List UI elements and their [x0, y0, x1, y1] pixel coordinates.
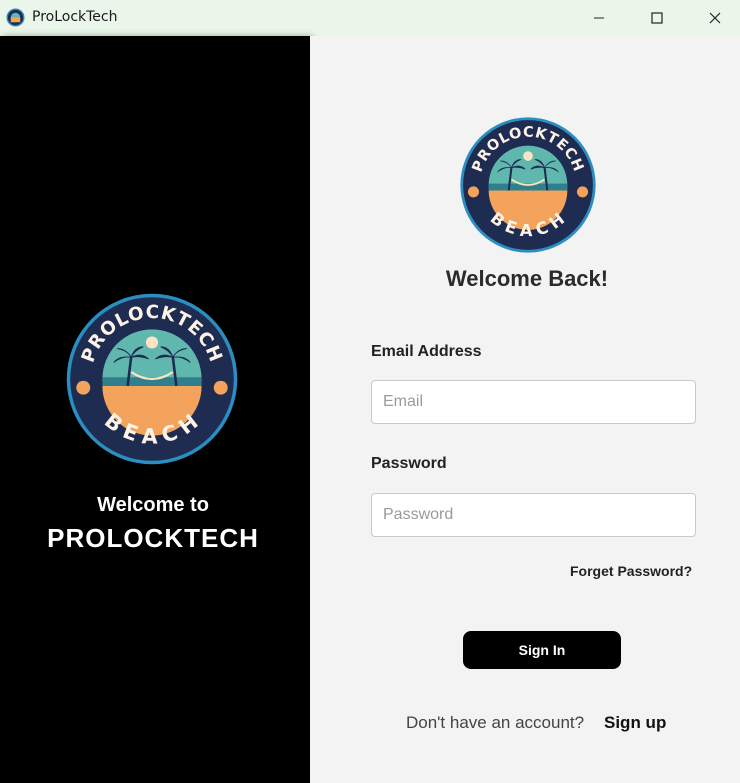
- minimize-icon: [594, 17, 604, 19]
- no-account-text: Don't have an account?: [406, 713, 585, 732]
- password-label: Password: [371, 455, 447, 472]
- sign-in-button[interactable]: Sign In: [463, 631, 621, 669]
- welcome-to-text: Welcome to: [97, 494, 209, 516]
- window-title: ProLockTech: [32, 9, 118, 25]
- page-title: Welcome Back!: [445, 266, 609, 291]
- left-brand-panel: PROLOCKTECH BEACH Welcome to PROLOCKTECH: [0, 36, 310, 783]
- email-field[interactable]: [371, 380, 696, 424]
- forgot-password-link[interactable]: Forget Password?: [570, 563, 692, 579]
- brand-logo-small: PROLOCKTECH BEACH: [460, 117, 596, 253]
- title-bar: ProLockTech: [0, 0, 740, 36]
- close-button[interactable]: [686, 0, 740, 36]
- brand-name: PROLOCKTECH: [47, 523, 259, 553]
- email-label: Email Address: [371, 343, 482, 360]
- close-icon: [709, 12, 721, 24]
- sign-up-link[interactable]: Sign up: [604, 713, 666, 733]
- maximize-button[interactable]: [628, 0, 686, 36]
- minimize-button[interactable]: [570, 0, 628, 36]
- app-logo-icon: [6, 8, 25, 27]
- maximize-icon: [651, 12, 663, 24]
- brand-logo: PROLOCKTECH BEACH: [66, 293, 238, 465]
- login-panel: PROLOCKTECH BEACH Welcome Back! Email Ad…: [310, 36, 740, 783]
- password-field[interactable]: [371, 493, 696, 537]
